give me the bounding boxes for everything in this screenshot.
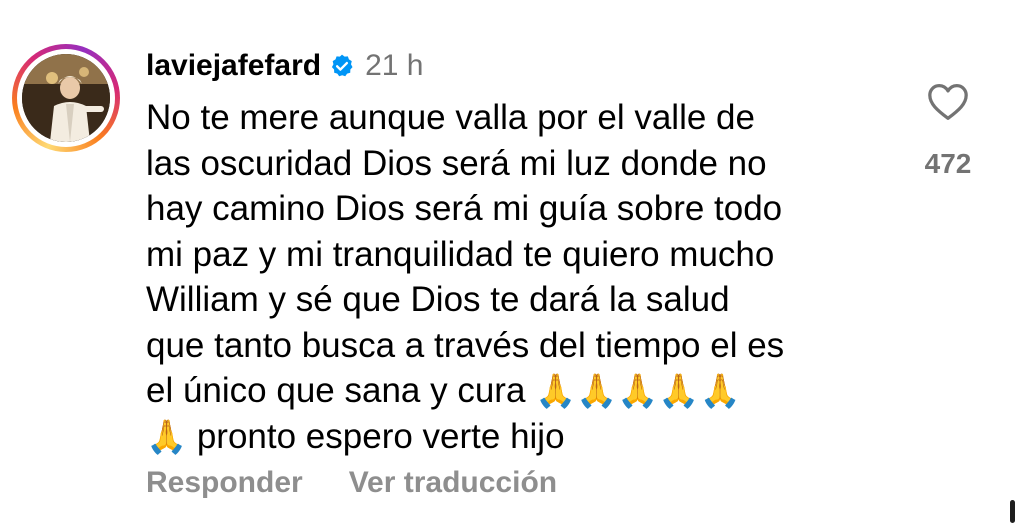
comment-line: las oscuridad Dios será mi luz donde no — [146, 143, 767, 183]
comment: laviejafefard 21 h No te mere aunque val… — [0, 0, 1024, 523]
verified-badge-icon — [332, 54, 353, 77]
comment-line-8: 🙏 pronto espero verte hijo — [146, 414, 886, 460]
comment-text: No te mere aunque valla por el valle de … — [146, 95, 886, 459]
heart-icon[interactable] — [926, 82, 970, 122]
avatar-gap — [17, 49, 115, 147]
like-count: 472 — [924, 148, 972, 179]
comment-line: William y sé que Dios te dará la salud — [146, 280, 730, 319]
reply-button[interactable]: Responder — [146, 466, 303, 500]
comment-line-text: el único que sana y cura — [146, 371, 526, 410]
comment-timestamp: 21 h — [365, 49, 424, 82]
comment-header: laviejafefard 21 h — [146, 44, 423, 88]
comment-line-text: pronto espero verte hijo — [196, 416, 565, 456]
comment-line: No te mere aunque valla por el valle de — [146, 98, 755, 137]
comment-line: hay camino Dios será mi guía sobre todo — [146, 189, 783, 228]
avatar[interactable] — [22, 54, 110, 142]
story-ring[interactable] — [12, 44, 120, 152]
username[interactable]: laviejafefard — [146, 49, 321, 83]
comment-actions: Responder Ver traducción — [146, 466, 557, 500]
like-button[interactable] — [920, 82, 976, 122]
comment-line: mi paz y mi tranquilidad te quiero mucho — [146, 234, 775, 274]
comment-line-7: el único que sana y cura 🙏🙏🙏🙏🙏 — [146, 368, 886, 414]
see-translation-button[interactable]: Ver traducción — [349, 466, 557, 500]
comment-line: que tanto busca a través del tiempo el e… — [146, 325, 785, 365]
praying-hands-emoji: 🙏🙏🙏🙏🙏 — [535, 372, 741, 409]
scrollbar[interactable] — [1010, 500, 1015, 523]
avatar-image — [22, 54, 110, 142]
praying-hands-emoji: 🙏 — [146, 417, 188, 455]
